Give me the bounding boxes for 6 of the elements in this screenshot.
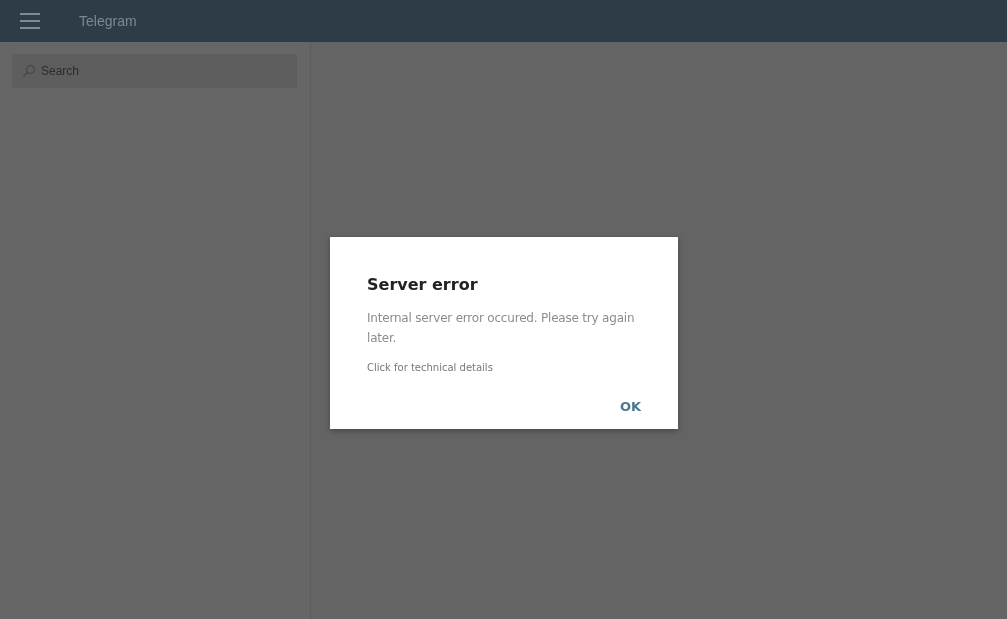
app-title: Telegram: [79, 13, 137, 29]
dialog-message: Internal server error occured. Please try again later.: [367, 310, 636, 347]
menu-button[interactable]: [20, 13, 40, 29]
technical-details-link[interactable]: Click for technical details: [367, 362, 493, 373]
ok-button[interactable]: OK: [611, 395, 649, 418]
dialog-title: Server error: [367, 275, 479, 294]
